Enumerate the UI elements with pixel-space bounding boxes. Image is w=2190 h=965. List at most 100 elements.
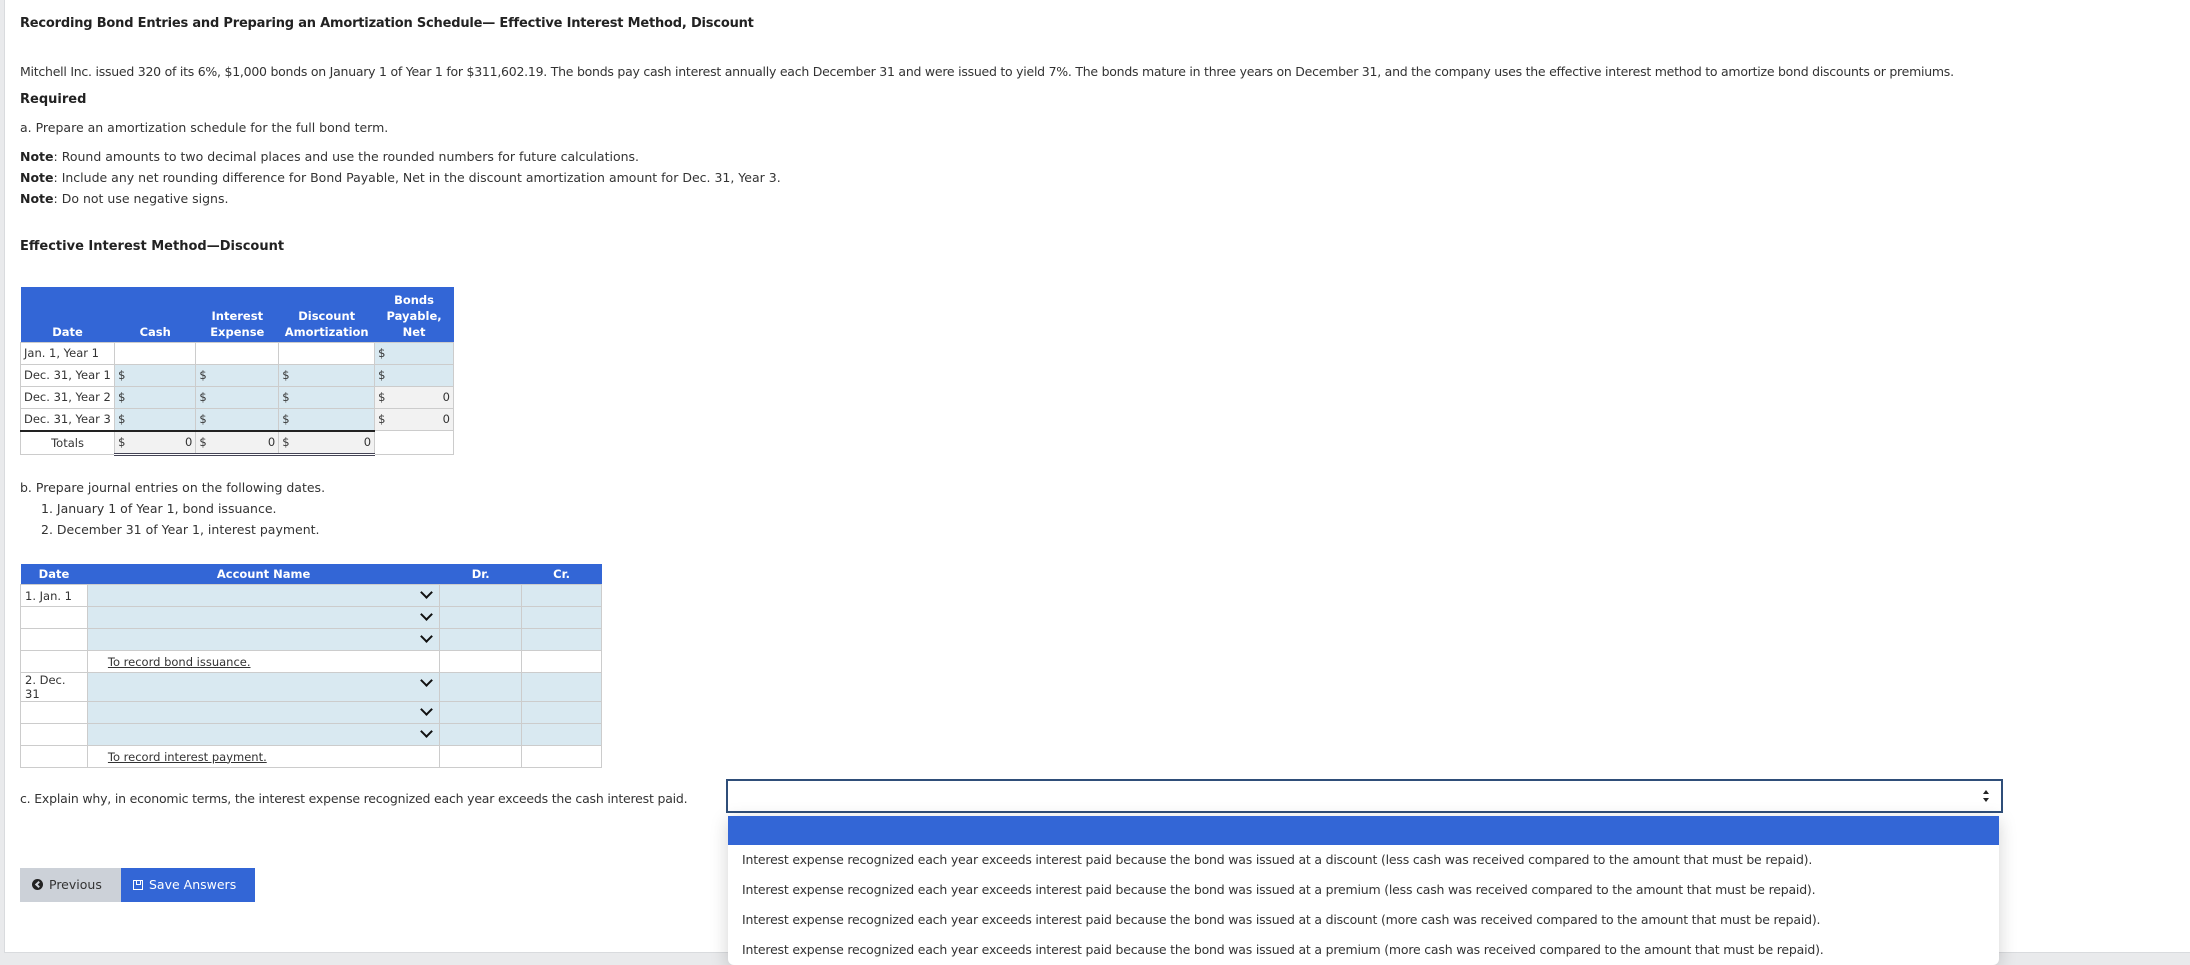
debit-input[interactable] [439,723,523,746]
interest-expense-input[interactable]: $ [195,385,280,409]
dropdown-option[interactable]: Interest expense recognized each year ex… [728,845,1999,875]
account-name-select[interactable] [86,584,441,607]
total-cash: $0 [114,429,197,456]
col-header-date: Date [52,324,83,339]
debit-input[interactable] [439,672,523,702]
note-text: : Do not use negative signs. [53,191,229,206]
col-header-account-name: Account Name [216,567,311,581]
cell-value: 0 [185,435,193,449]
entry-date [20,745,88,768]
entry-memo: To record interest payment. [86,745,441,768]
credit-input[interactable] [521,723,602,746]
part-b-item: 1. January 1 of Year 1, bond issuance. [41,501,277,516]
explanation-select[interactable] [726,779,2003,813]
empty-cell [439,650,523,673]
note-label: Note [20,149,54,164]
explanation-dropdown-list: Interest expense recognized each year ex… [728,816,1999,965]
empty-cell [374,430,454,455]
journal-header-row: Date Account Name Dr. Cr. [20,564,602,585]
credit-input[interactable] [521,606,602,629]
chevron-down-icon [420,586,434,599]
debit-input[interactable] [439,584,523,607]
part-b-instructions: b. Prepare journal entries on the follow… [20,477,325,540]
bonds-payable-input[interactable]: $ [374,363,454,387]
bonds-payable-computed: $0 [374,385,454,409]
bonds-payable-input[interactable]: $ [374,341,454,365]
amortization-schedule-table: Date Cash Interest Expense Discount Amor… [19,287,454,456]
col-header-interest-expense: Interest Expense [210,308,265,339]
account-name-select[interactable] [86,606,441,629]
page-title: Recording Bond Entries and Preparing an … [20,16,754,31]
account-name-select[interactable] [86,701,441,724]
debit-input[interactable] [439,628,523,651]
credit-input[interactable] [521,672,602,702]
currency-sign: $ [378,368,386,382]
total-interest-expense: $0 [195,429,280,456]
currency-sign: $ [282,412,290,426]
entry-date: 2. Dec. 31 [20,672,88,702]
credit-input[interactable] [521,628,602,651]
credit-input[interactable] [521,701,602,724]
journal-row: 2. Dec. 31 [20,672,602,702]
col-header-debit: Dr. [471,567,490,581]
debit-input[interactable] [439,701,523,724]
account-name-select[interactable] [86,628,441,651]
entry-date [20,650,88,673]
credit-input[interactable] [521,584,602,607]
discount-amortization-input[interactable]: $ [278,407,376,431]
currency-sign: $ [199,435,207,449]
col-header-discount-amortization: Discount Amortization [284,308,369,339]
dropdown-option[interactable]: Interest expense recognized each year ex… [728,935,1999,965]
entry-date [20,701,88,724]
currency-sign: $ [282,390,290,404]
floppy-disk-icon [133,880,143,890]
currency-sign: $ [199,368,207,382]
chevron-down-icon [420,608,434,621]
currency-sign: $ [282,435,290,449]
account-name-select[interactable] [86,723,441,746]
journal-row [20,606,602,629]
dropdown-option-blank[interactable] [728,816,1999,845]
interest-expense-input[interactable]: $ [195,363,280,387]
journal-row [20,723,602,746]
col-header-cash: Cash [139,324,171,339]
table-row: Dec. 31, Year 3 $ $ $ $0 [19,407,454,431]
col-header-credit: Cr. [553,567,570,581]
discount-amortization-input[interactable]: $ [278,385,376,409]
cell-value: 0 [442,412,450,427]
dropdown-option[interactable]: Interest expense recognized each year ex… [728,875,1999,905]
table-row: Jan. 1, Year 1 $ [19,341,454,365]
totals-row: Totals $0 $0 $0 [19,429,454,456]
cash-input[interactable]: $ [114,407,197,431]
currency-sign: $ [118,390,126,404]
cell-value: 0 [267,435,276,449]
dropdown-option[interactable]: Interest expense recognized each year ex… [728,905,1999,935]
chevron-down-icon [420,703,434,716]
sort-updown-icon [1983,790,1989,802]
journal-entry-table: Date Account Name Dr. Cr. 1. Jan. 1 To r… [20,564,602,768]
col-header-date: Date [38,567,70,581]
row-date: Dec. 31, Year 3 [19,407,116,431]
col-header-bonds-payable-net: Bonds Payable, Net [386,292,442,339]
account-name-select[interactable] [86,672,441,702]
journal-memo-row: To record bond issuance. [20,650,602,673]
currency-sign: $ [199,412,207,426]
entry-date: 1. Jan. 1 [20,584,88,607]
cash-input[interactable]: $ [114,363,197,387]
row-date: Dec. 31, Year 2 [19,385,116,409]
note-rounding: Note: Round amounts to two decimal place… [20,149,639,164]
previous-button[interactable]: Previous [20,868,121,902]
part-c-question: c. Explain why, in economic terms, the i… [20,791,688,806]
cash-input[interactable]: $ [114,385,197,409]
debit-input[interactable] [439,606,523,629]
save-answers-button[interactable]: Save Answers [121,868,255,902]
row-date: Jan. 1, Year 1 [19,341,116,365]
chevron-down-icon [420,630,434,643]
journal-row [20,628,602,651]
currency-sign: $ [118,412,126,426]
part-b-item: 2. December 31 of Year 1, interest payme… [41,522,320,537]
note-label: Note [20,191,54,206]
currency-sign: $ [378,390,386,404]
discount-amortization-input[interactable]: $ [278,363,376,387]
interest-expense-input[interactable]: $ [195,407,280,431]
